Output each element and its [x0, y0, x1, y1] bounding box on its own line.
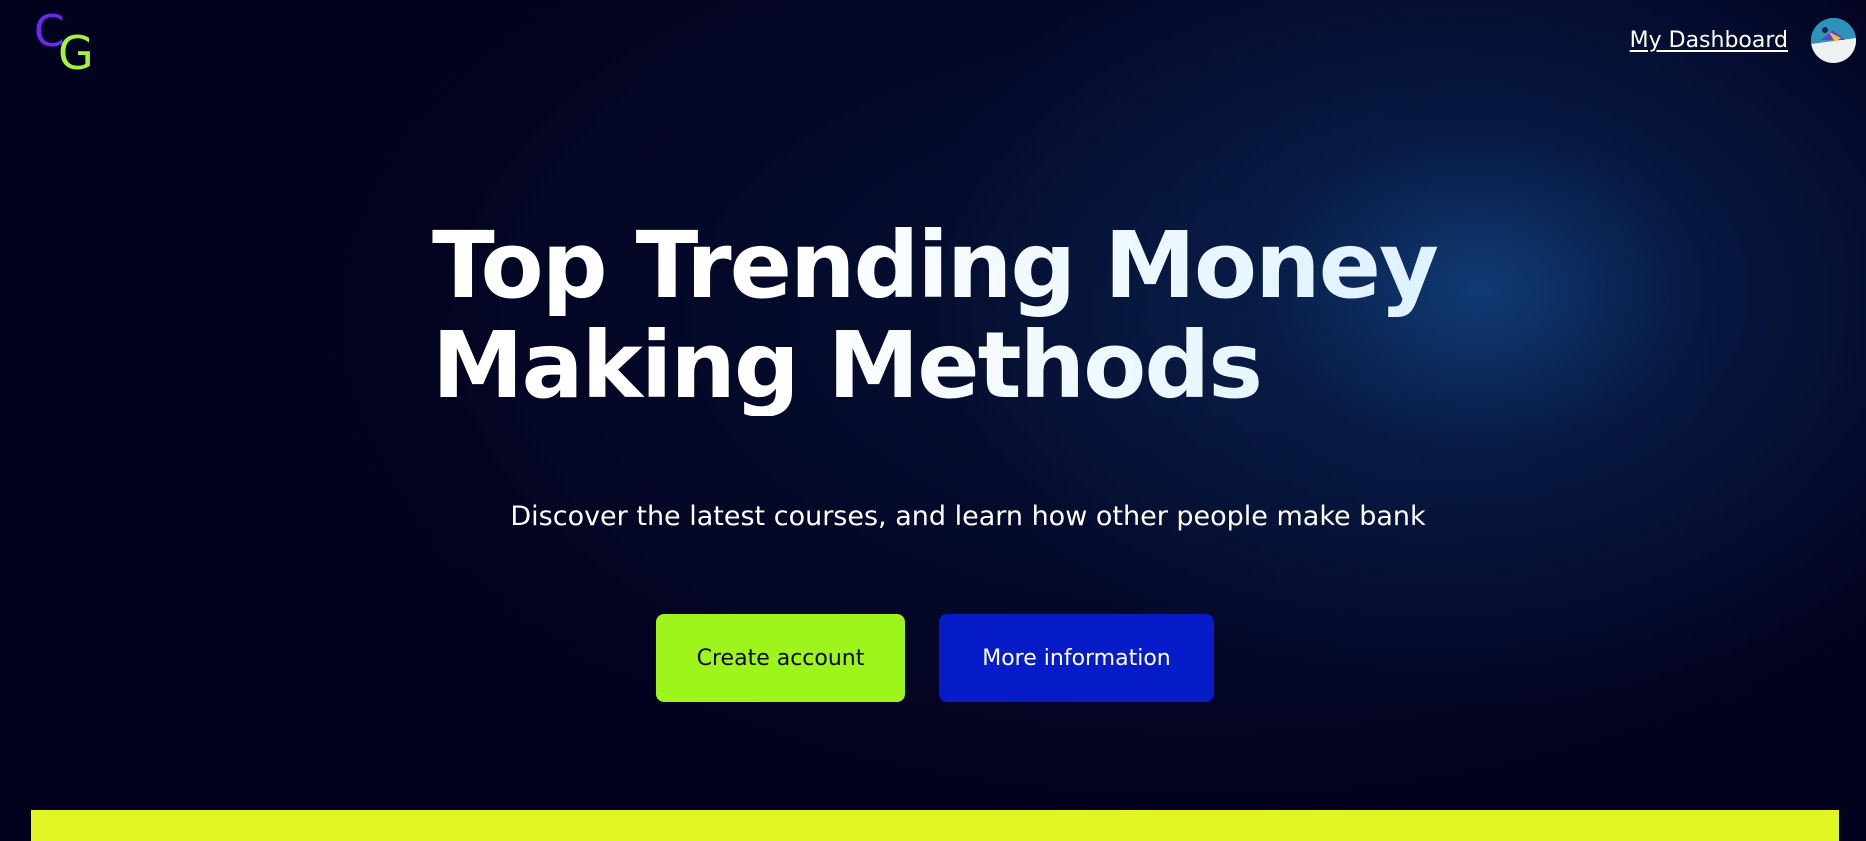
next-section-band: [31, 810, 1839, 841]
hero-title-line-2: Making Methods: [432, 312, 1261, 419]
user-avatar-icon[interactable]: [1811, 18, 1856, 63]
hero-title-line-1: Top Trending Money: [432, 212, 1437, 319]
hero-subtitle: Discover the latest courses, and learn h…: [510, 501, 1426, 532]
more-information-button[interactable]: More information: [939, 614, 1214, 702]
landing-page: C G My Dashboard Top Trending Money Maki…: [0, 0, 1866, 841]
avatar-image: [1811, 18, 1856, 63]
my-dashboard-link[interactable]: My Dashboard: [1630, 28, 1788, 53]
logo-letter-g: G: [58, 26, 94, 80]
create-account-button[interactable]: Create account: [656, 614, 905, 702]
brand-logo[interactable]: C G: [34, 10, 98, 77]
hero-title: Top Trending Money Making Methods: [432, 216, 1532, 416]
